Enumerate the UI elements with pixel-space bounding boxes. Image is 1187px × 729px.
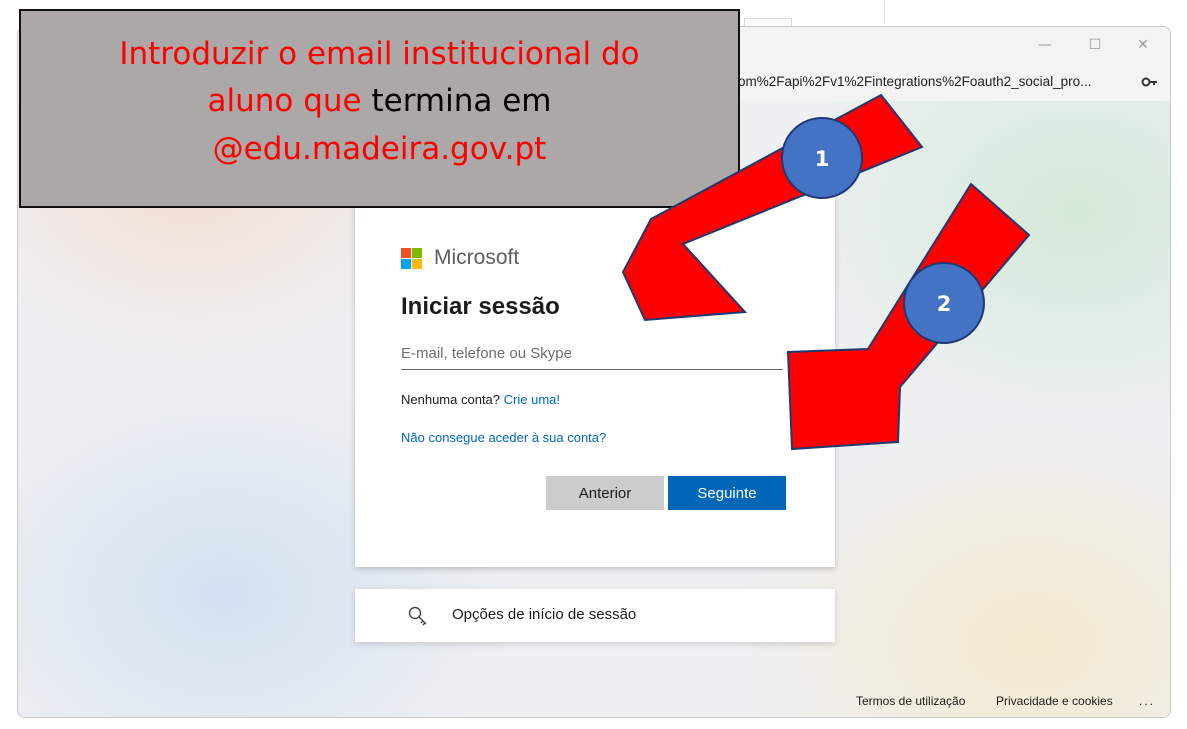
badge-2-label: 2: [937, 292, 952, 316]
badge-1-label: 1: [815, 147, 830, 171]
arrow-1-icon: [621, 93, 924, 322]
annotation-arrows: 1 2: [621, 93, 1031, 451]
